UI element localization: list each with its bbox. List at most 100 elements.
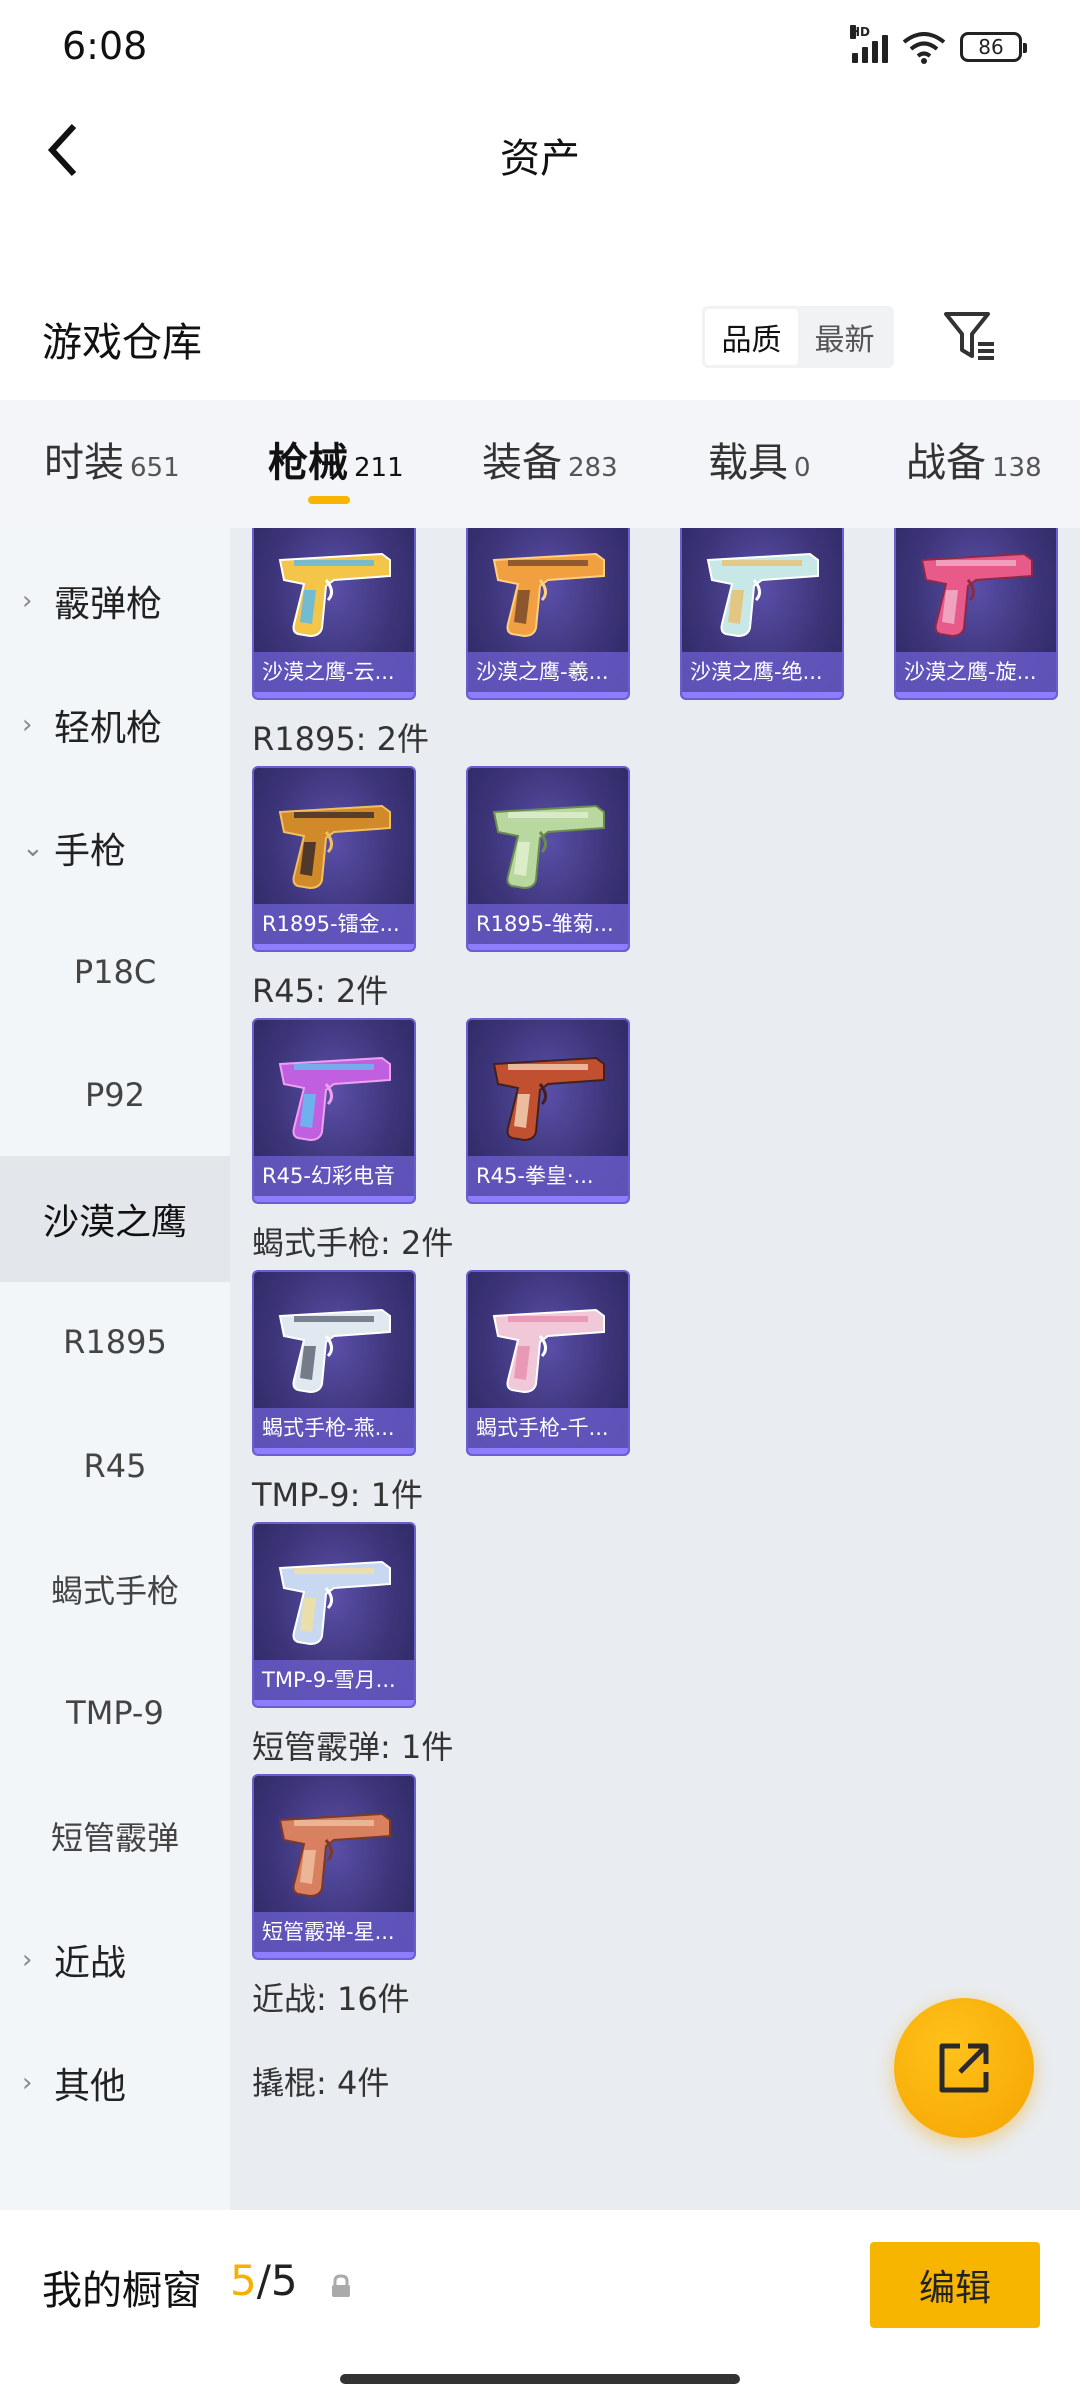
tab-label: 战备 — [906, 440, 986, 486]
filter-icon — [944, 312, 994, 360]
pistol-icon — [492, 1056, 605, 1142]
item-card[interactable]: 短管霰弹-星... — [252, 1774, 416, 1960]
tab-count: 283 — [568, 453, 618, 483]
sidebar-item[interactable]: P92 — [0, 1032, 230, 1158]
item-card[interactable]: R1895-镭金... — [252, 766, 416, 952]
sidebar-item-label: 短管霰弹 — [50, 1819, 179, 1857]
rarity-bar — [254, 1700, 414, 1706]
chevron-right-icon: › — [22, 586, 33, 616]
battery-level: 86 — [978, 35, 1004, 59]
item-card[interactable]: 蝎式手枪-千... — [466, 1270, 630, 1456]
sidebar-item[interactable]: › 霰弹枪 — [0, 538, 230, 664]
item-name: R1895-雏菊... — [468, 904, 628, 944]
chevron-right-icon: › — [22, 2068, 33, 2098]
item-name: 沙漠之鹰-旋... — [896, 652, 1056, 692]
sidebar-item-label: R1895 — [63, 1323, 167, 1361]
edit-button[interactable]: 编辑 — [870, 2242, 1040, 2328]
showcase-count: 5/5 — [230, 2256, 298, 2305]
item-card[interactable]: 沙漠之鹰-旋... — [894, 528, 1058, 700]
sidebar-item[interactable]: › 轻机枪 — [0, 662, 230, 788]
tab-combat-gear[interactable]: 战备 138 — [906, 430, 1042, 488]
showcase-count-current: 5 — [230, 2256, 257, 2305]
section-label: R45: 2件 — [252, 972, 389, 1010]
item-card[interactable]: TMP-9-雪月... — [252, 1522, 416, 1708]
item-name: 沙漠之鹰-绝... — [682, 652, 842, 692]
item-name: 沙漠之鹰-羲... — [468, 652, 628, 692]
network-type-label: HD — [850, 25, 871, 39]
sidebar-item[interactable]: TMP-9 — [0, 1650, 230, 1776]
rarity-bar — [254, 1448, 414, 1454]
tab-vehicles[interactable]: 载具 0 — [708, 430, 811, 488]
showcase-title: 我的橱窗 — [42, 2268, 202, 2314]
pistol-icon — [278, 1056, 391, 1142]
share-external-icon — [939, 2043, 989, 2093]
sidebar-item-label: 轻机枪 — [54, 707, 163, 749]
rarity-bar — [254, 1952, 414, 1958]
sidebar-item[interactable]: 蝎式手枪 — [0, 1526, 230, 1652]
item-card[interactable]: 蝎式手枪-燕... — [252, 1270, 416, 1456]
sidebar-item[interactable]: 沙漠之鹰 — [0, 1155, 230, 1282]
item-card[interactable]: R45-拳皇·... — [466, 1018, 630, 1204]
sidebar-item-label: 霰弹枪 — [54, 584, 163, 625]
item-card[interactable]: R45-幻彩电音 — [252, 1018, 416, 1204]
chevron-right-icon: › — [22, 1944, 33, 1975]
rarity-bar — [468, 692, 628, 698]
tab-fashion[interactable]: 时装 651 — [44, 430, 180, 488]
section-label: 近战: 16件 — [252, 1980, 410, 2018]
item-name: TMP-9-雪月... — [254, 1660, 414, 1700]
warehouse-header: 游戏仓库 品质 最新 — [0, 290, 1080, 380]
filter-button[interactable] — [938, 304, 1002, 368]
item-card[interactable]: R1895-雏菊... — [466, 766, 630, 952]
sidebar-item[interactable]: › 近战 — [0, 1897, 230, 2023]
item-name: 短管霰弹-星... — [254, 1912, 414, 1952]
item-name: R45-拳皇·... — [468, 1156, 628, 1196]
tab-equipment[interactable]: 装备 283 — [482, 430, 618, 488]
sidebar-item-label: 沙漠之鹰 — [42, 1201, 187, 1243]
section-label: R1895: 2件 — [252, 720, 429, 758]
pistol-icon — [706, 552, 819, 638]
status-icons: HD 86 — [850, 25, 1027, 64]
warehouse-body: › 霰弹枪 › 轻机枪 ⌄ 手枪 P18C P92 沙漠之鹰 R1895 R45 蝎式手枪 TMP-9 短… — [0, 528, 1080, 2210]
sort-by-quality-button[interactable]: 品质 — [705, 309, 798, 365]
share-button[interactable] — [894, 1998, 1034, 2138]
tab-label: 枪械 — [268, 440, 348, 486]
pistol-icon — [920, 552, 1033, 638]
sidebar-item[interactable]: 短管霰弹 — [0, 1773, 230, 1899]
sidebar-item[interactable]: ⌄ 手枪 — [0, 785, 230, 911]
sort-by-newest-button[interactable]: 最新 — [798, 309, 891, 365]
rarity-bar — [682, 692, 842, 698]
item-grid: 沙漠之鹰-云... 沙漠之鹰-羲... 沙漠之鹰-绝... 沙漠之鹰-旋... R189… — [230, 528, 1080, 2210]
tab-firearms[interactable]: 枪械 211 — [268, 430, 404, 488]
item-card[interactable]: 沙漠之鹰-绝... — [680, 528, 844, 700]
pistol-icon — [492, 1308, 605, 1394]
item-card[interactable]: 沙漠之鹰-羲... — [466, 528, 630, 700]
rarity-bar — [468, 1448, 628, 1454]
category-tabs: 时装 651 枪械 211 装备 283 载具 0 战备 138 — [0, 400, 1080, 528]
pistol-icon — [278, 1560, 391, 1646]
sort-toggle: 品质 最新 — [702, 306, 894, 368]
tab-label: 时装 — [44, 440, 124, 486]
sidebar-item[interactable]: › 其他 — [0, 2020, 230, 2146]
sidebar-item[interactable]: P18C — [0, 909, 230, 1035]
warehouse-title: 游戏仓库 — [42, 320, 202, 366]
chevron-right-icon: › — [22, 709, 33, 740]
active-tab-indicator — [308, 496, 350, 504]
weapon-type-sidebar: › 霰弹枪 › 轻机枪 ⌄ 手枪 P18C P92 沙漠之鹰 R1895 R45 蝎式手枪 TMP-9 短… — [0, 528, 230, 2210]
lock-icon — [332, 2274, 350, 2297]
sidebar-item[interactable]: R1895 — [0, 1279, 230, 1405]
pistol-icon — [278, 1812, 391, 1898]
item-card[interactable]: 沙漠之鹰-云... — [252, 528, 416, 700]
showcase-count-separator: / — [256, 2256, 271, 2305]
sidebar-item-label: 蝎式手枪 — [50, 1572, 179, 1610]
rarity-bar — [254, 1196, 414, 1202]
rarity-bar — [468, 1196, 628, 1202]
item-name: 蝎式手枪-千... — [468, 1408, 628, 1448]
item-name: R45-幻彩电音 — [254, 1156, 414, 1196]
tab-count: 0 — [794, 453, 811, 483]
pistol-icon — [492, 552, 605, 638]
tab-count: 138 — [992, 453, 1042, 483]
pistol-icon — [278, 552, 391, 638]
sidebar-item[interactable]: R45 — [0, 1403, 230, 1529]
rarity-bar — [896, 692, 1056, 698]
sidebar-item-label: P18C — [73, 952, 157, 991]
